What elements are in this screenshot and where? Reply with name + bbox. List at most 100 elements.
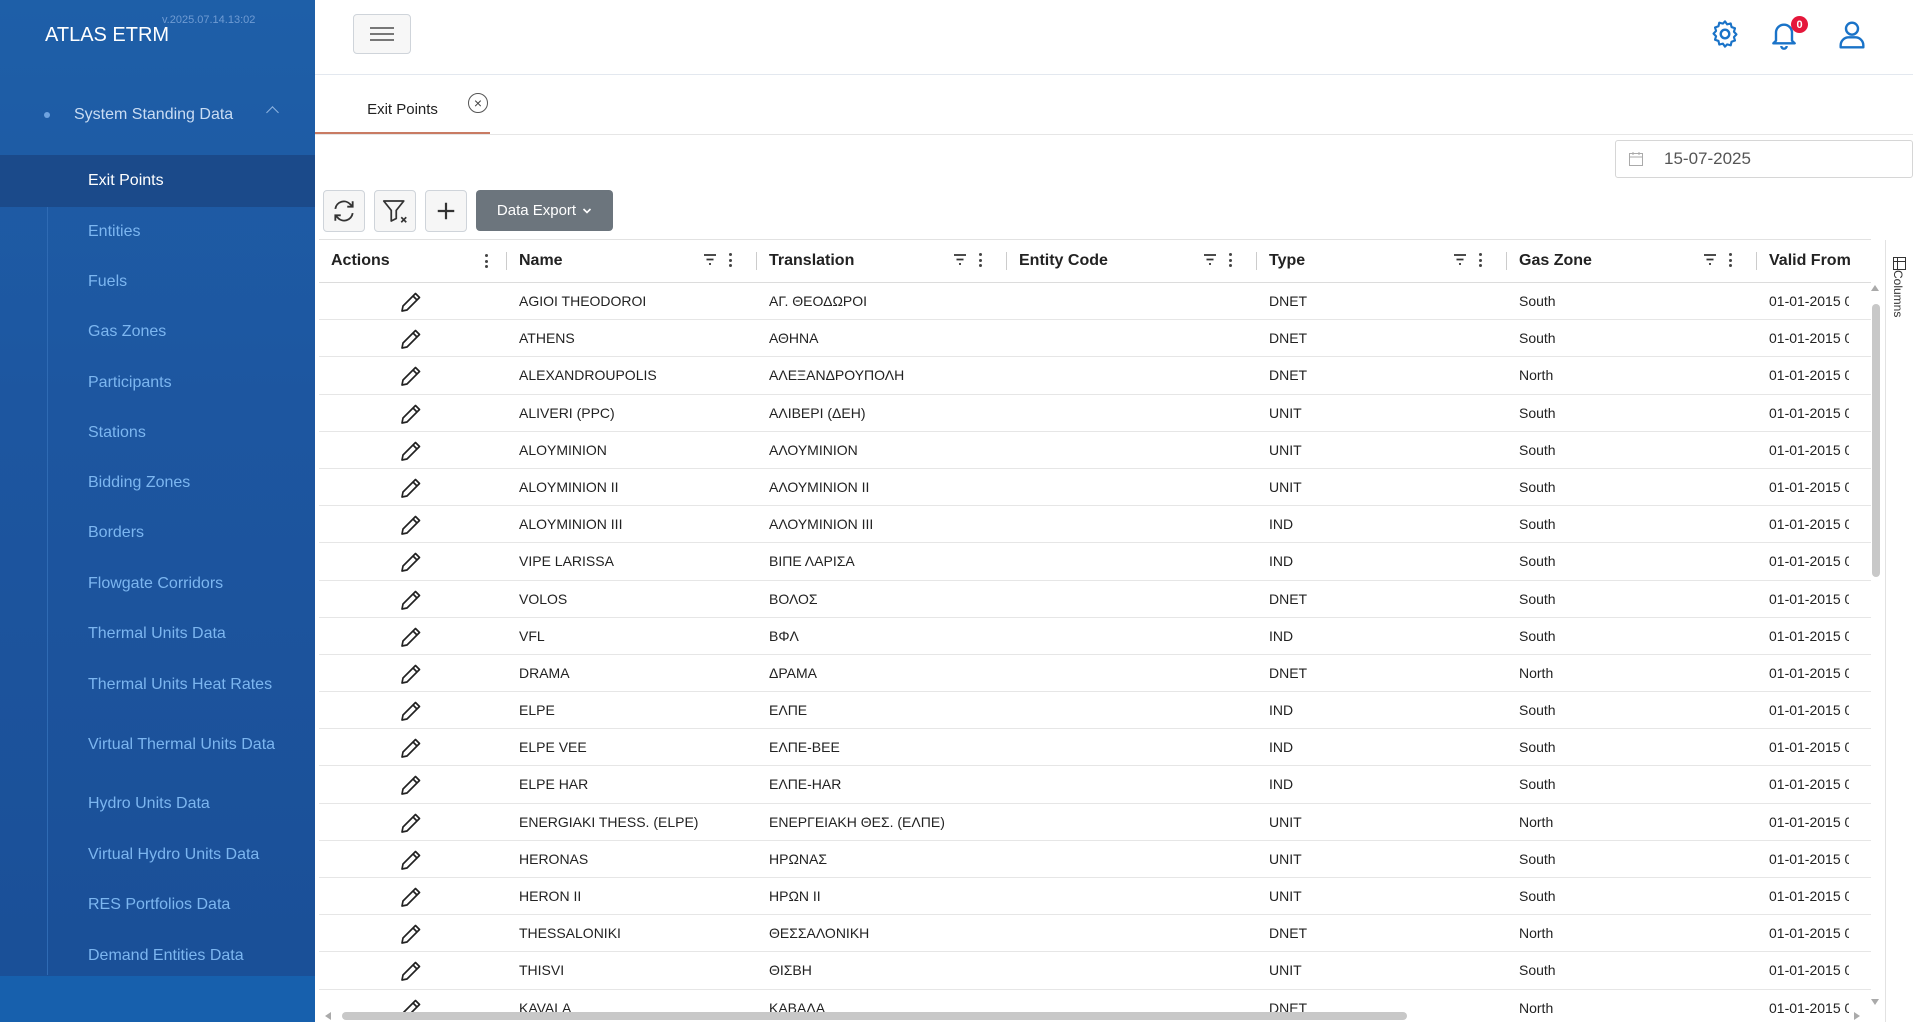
cell-translation[interactable]: ΑΛΕΞΑΝΔΡΟΥΠΟΛΗ [769,357,1009,393]
sidebar-item-res-portfolios-data[interactable]: RES Portfolios Data [0,880,315,930]
cell-type[interactable]: IND [1269,766,1509,802]
horizontal-scroll-thumb[interactable] [342,1012,1407,1020]
column-header-type[interactable]: Type [1269,240,1305,282]
cell-entity-code[interactable] [1019,878,1259,914]
data-export-button[interactable]: Data Export [476,190,613,231]
sidebar-item-flowgate-corridors[interactable]: Flowgate Corridors [0,558,315,609]
cell-type[interactable]: IND [1269,692,1509,728]
vertical-scroll-thumb[interactable] [1872,304,1880,577]
table-row[interactable]: ALOYMINION II ΑΛΟΥΜΙΝΙΟΝ II UNIT South 01-01… [319,469,1871,507]
cell-gas-zone[interactable]: South [1519,729,1759,765]
cell-translation[interactable]: ΑΓ. ΘΕΟΔΩΡΟΙ [769,283,1009,319]
cell-type[interactable]: UNIT [1269,395,1509,431]
cell-gas-zone[interactable]: South [1519,395,1759,431]
sidebar-item-borders[interactable]: Borders [0,508,315,558]
cell-valid-from[interactable]: 01-01-2015 00:0 [1769,766,1849,802]
cell-valid-from[interactable]: 01-01-2015 00:0 [1769,357,1849,393]
cell-translation[interactable]: ΕΛΠΕ-ΒΕΕ [769,729,1009,765]
cell-translation[interactable]: ΑΛΟΥΜΙΝΙΟΝ II [769,469,1009,505]
cell-valid-from[interactable]: 01-01-2015 00:0 [1769,506,1849,542]
cell-valid-from[interactable]: 01-01-2015 00:0 [1769,432,1849,468]
table-row[interactable]: THISVI ΘΙΣΒΗ UNIT South 01-01-2015 00:0 [319,952,1871,990]
sidebar-item-virtual-hydro-units-data[interactable]: Virtual Hydro Units Data [0,829,315,880]
cell-translation[interactable]: ΘΕΣΣΑΛΟΝΙΚΗ [769,915,1009,951]
cell-gas-zone[interactable]: South [1519,766,1759,802]
column-header-valid-from[interactable]: Valid From [1769,240,1851,282]
cell-name[interactable]: ALOYMINION [519,432,759,468]
cell-gas-zone[interactable]: South [1519,320,1759,356]
table-row[interactable]: ENERGIAKI THESS. (ELPE) ΕΝΕΡΓΕΙΑΚΗ ΘΕΣ. (… [319,804,1871,841]
column-menu-icon[interactable] [979,253,982,267]
table-row[interactable]: DRAMA ΔΡΑΜΑ DNET North 01-01-2015 00:0 [319,655,1871,693]
table-row[interactable]: ELPE HAR ΕΛΠΕ-HAR IND South 01-01-2015 00:0 [319,766,1871,804]
edit-pencil-icon[interactable] [399,736,423,760]
column-resize-handle[interactable] [1506,252,1507,270]
column-header-actions[interactable]: Actions [331,240,390,282]
cell-entity-code[interactable] [1019,432,1259,468]
cell-name[interactable]: HERONAS [519,841,759,877]
cell-type[interactable]: IND [1269,543,1509,579]
close-icon[interactable]: × [468,93,488,113]
column-resize-handle[interactable] [1006,252,1007,270]
column-menu-icon[interactable] [1229,253,1232,267]
date-picker[interactable]: 15-07-2025 [1615,140,1913,178]
cell-translation[interactable]: ΒΙΠΕ ΛΑΡΙΣΑ [769,543,1009,579]
cell-entity-code[interactable] [1019,357,1259,393]
cell-type[interactable]: UNIT [1269,841,1509,877]
cell-entity-code[interactable] [1019,655,1259,691]
cell-entity-code[interactable] [1019,543,1259,579]
sidebar-item-thermal-units-data[interactable]: Thermal Units Data [0,609,315,659]
cell-type[interactable]: UNIT [1269,432,1509,468]
column-menu-icon[interactable] [729,253,732,267]
cell-type[interactable]: DNET [1269,357,1509,393]
cell-valid-from[interactable]: 01-01-2015 00:0 [1769,581,1849,617]
table-row[interactable]: HERON II ΗΡΩΝ II UNIT South 01-01-2015 00:0 [319,878,1871,916]
cell-translation[interactable]: ΕΝΕΡΓΕΙΑΚΗ ΘΕΣ. (ΕΛΠΕ) [769,804,1009,840]
cell-entity-code[interactable] [1019,506,1259,542]
cell-valid-from[interactable]: 01-01-2015 00:0 [1769,692,1849,728]
column-resize-handle[interactable] [1256,252,1257,270]
cell-name[interactable]: VOLOS [519,581,759,617]
cell-type[interactable]: IND [1269,729,1509,765]
cell-gas-zone[interactable]: South [1519,581,1759,617]
edit-pencil-icon[interactable] [399,662,423,686]
cell-entity-code[interactable] [1019,915,1259,951]
cell-gas-zone[interactable]: South [1519,543,1759,579]
sidebar-item-participants[interactable]: Participants [0,357,315,408]
filter-icon[interactable] [953,253,967,267]
sidebar-item-virtual-thermal-units-data[interactable]: Virtual Thermal Units Data [0,710,315,779]
edit-pencil-icon[interactable] [399,848,423,872]
sidebar-item-entities[interactable]: Entities [0,207,315,257]
column-header-entity-code[interactable]: Entity Code [1019,240,1108,282]
cell-name[interactable]: ALIVERI (PPC) [519,395,759,431]
table-row[interactable]: VIPE LARISSA ΒΙΠΕ ΛΑΡΙΣΑ IND South 01-01-201… [319,543,1871,581]
cell-gas-zone[interactable]: South [1519,841,1759,877]
scroll-left-icon[interactable] [323,1011,333,1021]
edit-pencil-icon[interactable] [399,290,423,314]
cell-name[interactable]: ELPE VEE [519,729,759,765]
cell-entity-code[interactable] [1019,841,1259,877]
cell-gas-zone[interactable]: South [1519,506,1759,542]
table-row[interactable]: ALIVERI (PPC) ΑΛΙΒΕΡΙ (ΔΕΗ) UNIT South 01-01… [319,395,1871,432]
table-row[interactable]: HERONAS ΗΡΩΝΑΣ UNIT South 01-01-2015 00:0 [319,841,1871,878]
cell-gas-zone[interactable]: South [1519,469,1759,505]
cell-valid-from[interactable]: 01-01-2015 00:0 [1769,952,1849,988]
cell-name[interactable]: ENERGIAKI THESS. (ELPE) [519,804,759,840]
sidebar-section-system-standing-data[interactable]: System Standing Data [0,90,315,140]
cell-type[interactable]: DNET [1269,283,1509,319]
edit-pencil-icon[interactable] [399,550,423,574]
sidebar-item-stations[interactable]: Stations [0,408,315,458]
edit-pencil-icon[interactable] [399,699,423,723]
cell-valid-from[interactable]: 01-01-2015 00:0 [1769,469,1849,505]
cell-entity-code[interactable] [1019,804,1259,840]
column-menu-icon[interactable] [1479,253,1482,267]
column-menu-icon[interactable] [1729,253,1732,267]
cell-name[interactable]: THESSALONIKI [519,915,759,951]
table-row[interactable]: ELPE ΕΛΠΕ IND South 01-01-2015 00:0 [319,692,1871,730]
cell-valid-from[interactable]: 01-01-2015 00:0 [1769,878,1849,914]
filter-icon[interactable] [1453,253,1467,267]
edit-pencil-icon[interactable] [399,773,423,797]
edit-pencil-icon[interactable] [399,327,423,351]
filter-icon[interactable] [703,253,717,267]
cell-entity-code[interactable] [1019,581,1259,617]
